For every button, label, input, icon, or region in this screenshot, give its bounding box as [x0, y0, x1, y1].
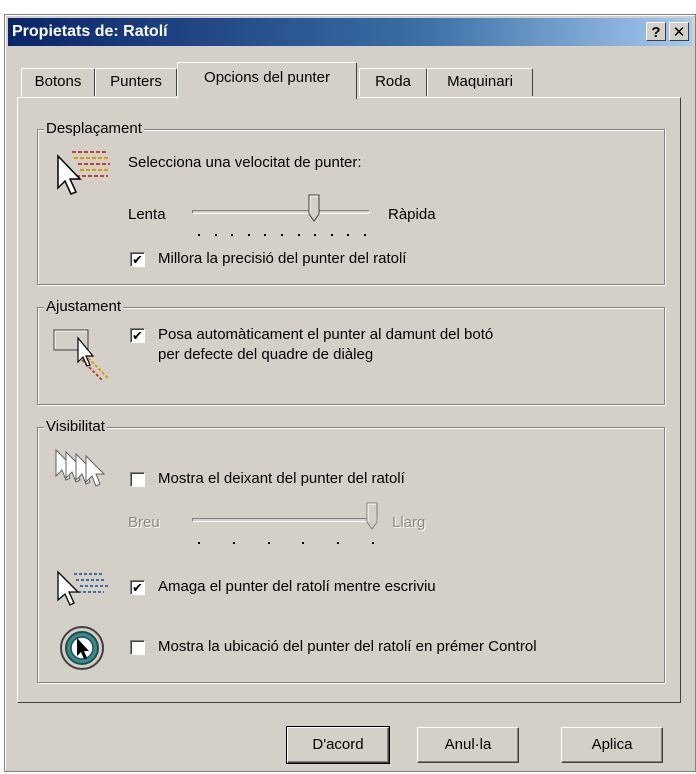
speed-slider-thumb[interactable] — [308, 194, 320, 222]
slider-tick — [372, 542, 374, 544]
trails-slider-ticks — [192, 542, 378, 546]
snap-label-line2[interactable]: per defecte del quadre de diàleg — [158, 346, 373, 363]
slider-tick — [281, 234, 283, 236]
cancel-button[interactable]: Anul·la — [417, 727, 519, 763]
locate-pointer-icon — [60, 626, 104, 670]
slider-tick — [232, 542, 235, 544]
slider-tick — [302, 542, 305, 544]
ok-button[interactable]: D'acord — [286, 726, 390, 764]
slider-tick — [198, 542, 200, 544]
window-title: Propietats de: Ratolí — [12, 23, 168, 40]
hide-checkbox[interactable]: ✔ — [130, 580, 145, 595]
locate-label[interactable]: Mostra la ubicació del punter del ratolí… — [158, 638, 537, 655]
pointer-speed-icon — [57, 151, 110, 195]
slider-tick — [337, 542, 340, 544]
visibility-group: Visibilitat Mostra el deixant del punter… — [37, 418, 665, 683]
tab-punters[interactable]: Punters — [95, 68, 177, 96]
precision-check-mark: ✔ — [132, 252, 143, 267]
motion-group: Desplaçament Selecciona una velocitat de… — [37, 120, 665, 285]
slider-tick — [214, 234, 217, 236]
slider-tick — [330, 234, 333, 236]
hide-check-mark: ✔ — [132, 580, 143, 595]
trails-slider-track[interactable] — [192, 518, 378, 522]
slider-tick — [264, 234, 267, 236]
slider-tick — [267, 542, 270, 544]
apply-button[interactable]: Aplica — [561, 727, 663, 763]
slow-label: Lenta — [128, 206, 166, 223]
mouse-properties-dialog: Propietats de: Ratolí ? ✕ Botons Punters… — [4, 14, 696, 772]
snap-label-line1[interactable]: Posa automàticament el punter al damunt … — [158, 326, 493, 343]
snap-to-button-icon — [53, 329, 109, 381]
motion-legend: Desplaçament — [44, 120, 144, 138]
speed-slider-ticks — [192, 234, 370, 238]
locate-checkbox[interactable] — [130, 640, 145, 655]
visibility-legend: Visibilitat — [44, 418, 107, 436]
speed-prompt: Selecciona una velocitat de punter: — [128, 154, 362, 171]
slider-tick — [314, 234, 317, 236]
snap-checkbox[interactable]: ✔ — [130, 328, 145, 343]
slider-tick — [247, 234, 250, 236]
fast-label: Ràpida — [388, 206, 436, 223]
tab-roda[interactable]: Roda — [359, 68, 427, 96]
precision-label[interactable]: Millora la precisió del punter del ratol… — [158, 250, 406, 267]
snap-check-mark: ✔ — [132, 328, 143, 343]
tab-opcions-del-punter[interactable]: Opcions del punter — [177, 62, 357, 99]
hide-pointer-icon — [57, 570, 108, 606]
slider-tick — [364, 234, 366, 236]
pointer-trails-icon — [55, 448, 106, 487]
snap-legend: Ajustament — [44, 298, 124, 316]
trails-label[interactable]: Mostra el deixant del punter del ratolí — [158, 470, 405, 487]
slider-tick — [347, 234, 350, 236]
title-bar: Propietats de: Ratolí ? ✕ — [8, 18, 692, 46]
slider-tick — [198, 234, 200, 236]
slider-tick — [231, 234, 234, 236]
slider-tick — [297, 234, 300, 236]
hide-label[interactable]: Amaga el punter del ratolí mentre escriv… — [158, 578, 436, 595]
long-label: Llarg — [392, 514, 426, 531]
trails-slider-thumb[interactable] — [366, 502, 378, 530]
precision-checkbox[interactable]: ✔ — [130, 252, 145, 267]
tab-maquinari[interactable]: Maquinari — [427, 68, 533, 96]
help-button[interactable]: ? — [646, 22, 666, 41]
speed-slider-track[interactable] — [192, 210, 370, 214]
short-label: Breu — [128, 514, 160, 531]
trails-checkbox[interactable] — [130, 472, 145, 487]
tab-botons[interactable]: Botons — [21, 68, 95, 96]
snap-group: Ajustament ✔ Posa automàticament el punt… — [37, 298, 665, 405]
close-button[interactable]: ✕ — [669, 22, 689, 41]
